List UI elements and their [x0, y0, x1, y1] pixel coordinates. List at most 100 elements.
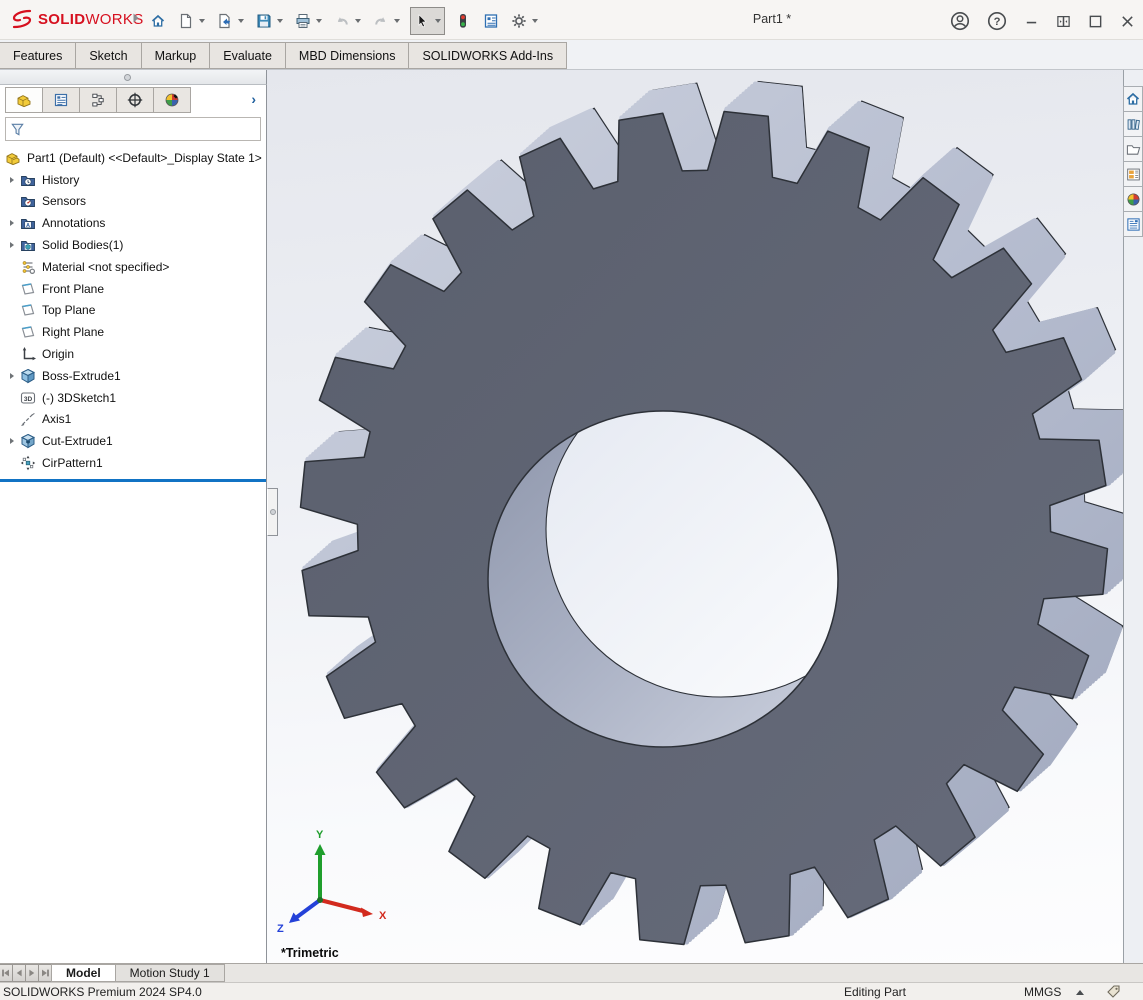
panel-tab-featuremanager-design-tree[interactable]: [5, 87, 43, 113]
new-document-caret-icon[interactable]: [199, 19, 205, 23]
tree-item-origin[interactable]: Origin: [0, 343, 266, 365]
displaymanager-icon: [164, 92, 180, 108]
cut-extrude-icon: [19, 433, 37, 449]
panel-tab-configurationmanager[interactable]: [79, 87, 117, 113]
expand-arrow-icon[interactable]: [5, 438, 19, 444]
graphics-viewport[interactable]: Y X Z *Trimetric: [267, 70, 1123, 963]
ribbon-pin-handle[interactable]: [124, 74, 131, 81]
print-icon: [295, 13, 311, 29]
tree-item-cut-extrude1[interactable]: Cut-Extrude1: [0, 430, 266, 452]
command-tab-mbd-dimensions[interactable]: MBD Dimensions: [285, 42, 410, 69]
tree-item-label: Part1 (Default) <<Default>_Display State…: [27, 151, 262, 165]
command-tab-evaluate[interactable]: Evaluate: [209, 42, 286, 69]
panel-tab-displaymanager[interactable]: [153, 87, 191, 113]
maximize-button[interactable]: [1086, 8, 1105, 34]
design-library-icon: [1126, 117, 1141, 132]
tree-item-annotations[interactable]: AAnnotations: [0, 212, 266, 234]
undo-caret-icon[interactable]: [355, 19, 361, 23]
redo-caret-icon[interactable]: [394, 19, 400, 23]
tree-item-sensors[interactable]: Sensors: [0, 191, 266, 213]
feature-filter-box[interactable]: [5, 117, 261, 141]
tree-item-solid-bodies-1[interactable]: Solid Bodies(1): [0, 234, 266, 256]
tree-item-front-plane[interactable]: Front Plane: [0, 278, 266, 300]
panel-splitter[interactable]: [267, 488, 278, 536]
options-button[interactable]: [509, 8, 540, 34]
print-caret-icon[interactable]: [316, 19, 322, 23]
print-button[interactable]: [293, 8, 324, 34]
redo-button[interactable]: [371, 8, 402, 34]
tree-item-part1-default-default-display-state-1[interactable]: Part1 (Default) <<Default>_Display State…: [0, 147, 266, 169]
tree-item-label: (-) 3DSketch1: [42, 391, 116, 405]
view-palette-icon: [1126, 167, 1141, 182]
solidworks-logo: SOLIDWORKS: [10, 9, 144, 29]
appearances-scenes-icon: [1126, 192, 1141, 207]
units-selector[interactable]: MMGS: [1024, 985, 1061, 999]
splitter-grip: [270, 509, 276, 515]
model-tab[interactable]: Model: [51, 964, 116, 982]
svg-text:X: X: [379, 910, 387, 922]
command-tab-markup[interactable]: Markup: [141, 42, 211, 69]
previous-frame-button[interactable]: [12, 964, 26, 982]
last-frame-button[interactable]: [38, 964, 52, 982]
taskpane-view-palette-button[interactable]: [1123, 161, 1143, 187]
undo-button[interactable]: [332, 8, 363, 34]
home-button[interactable]: [148, 8, 168, 34]
options-caret-icon[interactable]: [532, 19, 538, 23]
rollback-bar[interactable]: [0, 479, 266, 482]
toolbar-flyout-arrow[interactable]: [132, 12, 140, 24]
main-toolbar: [148, 7, 540, 35]
taskpane-appearances-scenes-button[interactable]: [1123, 186, 1143, 212]
collapsed-command-manager[interactable]: [0, 70, 267, 85]
tree-item-axis1[interactable]: Axis1: [0, 409, 266, 431]
tree-item-label: Front Plane: [42, 282, 104, 296]
tree-item-3dsketch1[interactable]: 3D(-) 3DSketch1: [0, 387, 266, 409]
save-button[interactable]: [254, 8, 285, 34]
taskpane-custom-properties-button[interactable]: [1123, 211, 1143, 237]
panel-tab-dimxpertmanager[interactable]: [116, 87, 154, 113]
tree-item-top-plane[interactable]: Top Plane: [0, 300, 266, 322]
tree-item-label: Axis1: [42, 412, 71, 426]
close-button[interactable]: [1118, 8, 1137, 34]
save-caret-icon[interactable]: [277, 19, 283, 23]
propertymanager-icon: [53, 92, 69, 108]
help-button[interactable]: ?: [985, 8, 1009, 34]
window-controls: ?: [948, 8, 1137, 34]
panel-expand-chevron-icon[interactable]: ›: [251, 91, 256, 107]
expand-arrow-icon[interactable]: [5, 177, 19, 183]
tile-windows-button[interactable]: [1054, 8, 1073, 34]
taskpane-design-library-button[interactable]: [1123, 111, 1143, 137]
expand-arrow-icon[interactable]: [5, 242, 19, 248]
tree-item-right-plane[interactable]: Right Plane: [0, 321, 266, 343]
motion-study-tab[interactable]: Motion Study 1: [115, 964, 225, 982]
open-caret-icon[interactable]: [238, 19, 244, 23]
tree-item-material-not-specified[interactable]: Material <not specified>: [0, 256, 266, 278]
command-tab-features[interactable]: Features: [0, 42, 76, 69]
tree-item-boss-extrude1[interactable]: Boss-Extrude1: [0, 365, 266, 387]
taskpane-home-button[interactable]: [1123, 86, 1143, 112]
maximize-icon: [1088, 14, 1103, 29]
command-manager-tab-row: FeaturesSketchMarkupEvaluateMBD Dimensio…: [0, 40, 1143, 70]
performance-evaluation-button[interactable]: [453, 8, 473, 34]
taskpane-file-explorer-button[interactable]: [1123, 136, 1143, 162]
expand-arrow-icon[interactable]: [5, 220, 19, 226]
plane-icon: [19, 281, 37, 297]
command-tab-solidworks-add-ins[interactable]: SOLIDWORKS Add-Ins: [408, 42, 567, 69]
feature-tree: Part1 (Default) <<Default>_Display State…: [0, 143, 266, 474]
expand-arrow-icon[interactable]: [5, 373, 19, 379]
select-tool-button[interactable]: [410, 7, 445, 35]
minimize-button[interactable]: [1022, 8, 1041, 34]
new-document-button[interactable]: [176, 8, 207, 34]
next-frame-button[interactable]: [25, 964, 39, 982]
design-checker-button[interactable]: [481, 8, 501, 34]
tree-item-history[interactable]: History: [0, 169, 266, 191]
select-caret-icon[interactable]: [435, 19, 441, 23]
filter-input[interactable]: [29, 122, 260, 136]
panel-tab-propertymanager[interactable]: [42, 87, 80, 113]
units-caret-icon[interactable]: [1076, 990, 1084, 995]
open-button[interactable]: [215, 8, 246, 34]
plane-icon: [19, 302, 37, 318]
tree-item-cirpattern1[interactable]: CirPattern1: [0, 452, 266, 474]
user-account-button[interactable]: [948, 8, 972, 34]
tag-icon[interactable]: [1106, 984, 1122, 1000]
command-tab-sketch[interactable]: Sketch: [75, 42, 141, 69]
